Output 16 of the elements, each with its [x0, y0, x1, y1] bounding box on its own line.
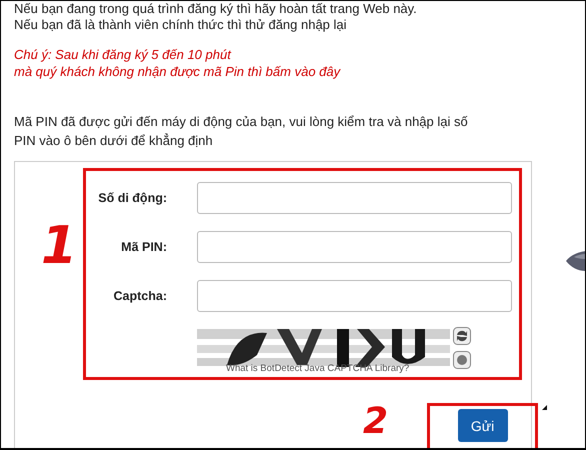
- notice-link[interactable]: Chú ý: Sau khi đăng ký 5 đến 10 phút: [14, 46, 585, 63]
- field-label: Số di động:: [97, 191, 167, 205]
- input-field[interactable]: [197, 182, 512, 214]
- step-number: 2: [363, 401, 388, 442]
- step-number: 1: [41, 216, 78, 276]
- notice-link[interactable]: mà quý khách không nhận được mã Pin thì bấm vào đây: [14, 63, 585, 80]
- refresh-icon[interactable]: [453, 327, 471, 345]
- input-field[interactable]: [197, 231, 512, 263]
- corner-mark: [542, 405, 547, 410]
- intro-text: Nếu bạn đã là thành viên chính thức thì thử đăng nhập lại: [14, 17, 348, 33]
- input-field[interactable]: [197, 280, 512, 312]
- intro-text: Nếu bạn đang trong quá trình đăng ký thì hãy hoàn tất trang Web này.: [14, 1, 418, 17]
- field-label: Mã PIN:: [120, 240, 167, 254]
- field-label: Captcha:: [112, 289, 167, 303]
- submit-button[interactable]: Gửi: [458, 409, 508, 442]
- instruction-text: Mã PIN đã được gửi đến máy di động của bạn, vui lòng kiểm tra và nhập lại số PIN vào ô bên dưới để khẳng định: [14, 113, 469, 150]
